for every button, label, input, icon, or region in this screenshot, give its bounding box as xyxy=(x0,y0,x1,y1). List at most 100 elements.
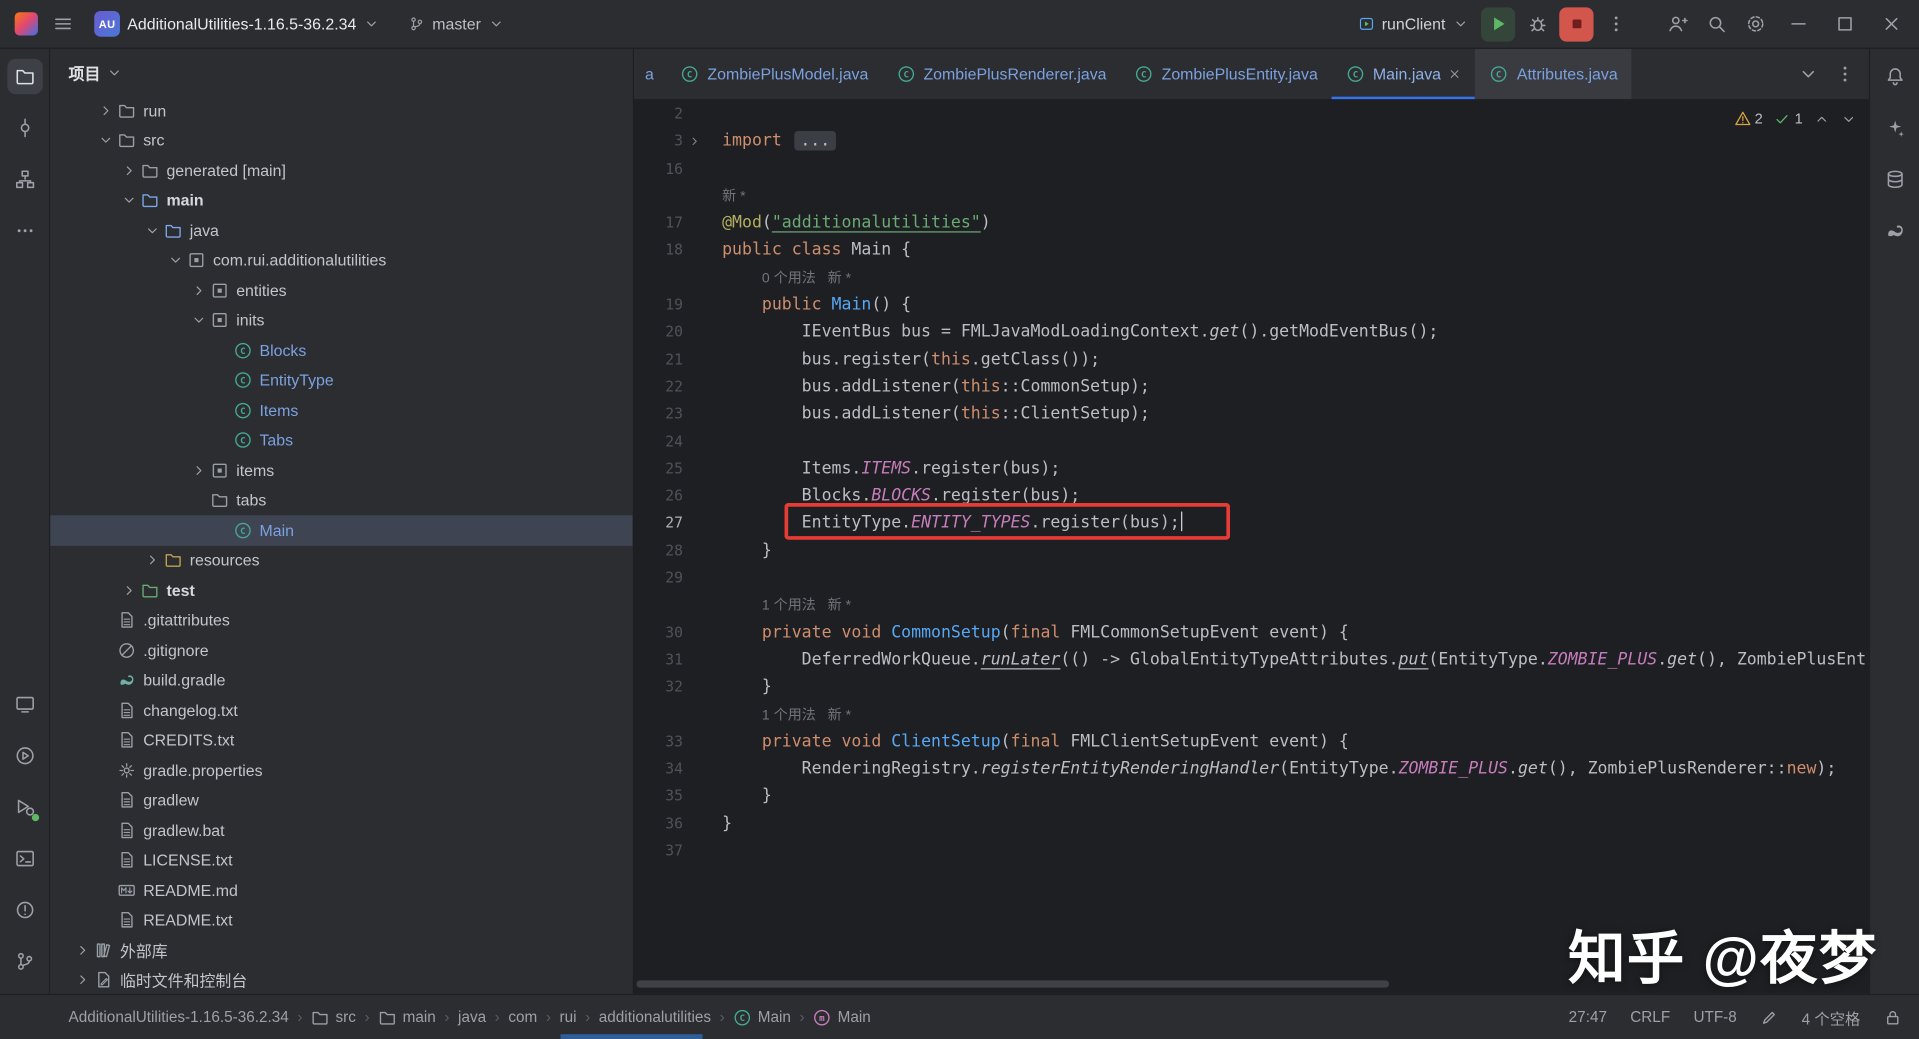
line-number[interactable]: 3 xyxy=(634,128,683,155)
chevron-collapsed-icon[interactable] xyxy=(119,161,139,181)
fold-expand-icon[interactable] xyxy=(683,128,705,155)
breadcrumb-item[interactable]: additionalutilities xyxy=(599,1008,711,1025)
line-number[interactable]: 33 xyxy=(634,728,683,755)
chevron-collapsed-icon[interactable] xyxy=(95,101,115,121)
tree-item-EntityType[interactable]: C EntityType xyxy=(50,365,633,395)
breadcrumb-item[interactable]: rui xyxy=(560,1008,577,1025)
line-number[interactable]: 22 xyxy=(634,373,683,400)
line-number[interactable]: 31 xyxy=(634,646,683,673)
line-number[interactable]: 29 xyxy=(634,564,683,591)
line-number[interactable]: 21 xyxy=(634,346,683,373)
readonly-lock-widget[interactable] xyxy=(1884,1008,1902,1026)
tree-item-src[interactable]: src xyxy=(50,125,633,155)
main-menu-button[interactable] xyxy=(45,7,79,41)
chevron-expanded-icon[interactable] xyxy=(165,251,185,271)
breadcrumb-item[interactable]: java xyxy=(458,1008,486,1025)
more-actions-button[interactable] xyxy=(1598,7,1632,41)
line-number[interactable]: 35 xyxy=(634,783,683,810)
tab-Attributes.java[interactable]: C Attributes.java xyxy=(1475,48,1632,100)
tab-options-button[interactable] xyxy=(1827,57,1861,91)
gradle-tool-button[interactable] xyxy=(1877,213,1912,248)
problems-tool-button[interactable] xyxy=(7,892,42,927)
tree-item-.gitattributes[interactable]: .gitattributes xyxy=(50,605,633,635)
stop-button[interactable] xyxy=(1559,6,1594,42)
chevron-collapsed-icon[interactable] xyxy=(119,580,139,600)
tree-item-gradle.properties[interactable]: gradle.properties xyxy=(50,755,633,785)
tab-ZombiePlusRenderer.java[interactable]: C ZombiePlusRenderer.java xyxy=(882,49,1120,99)
tree-item-java[interactable]: java xyxy=(50,215,633,245)
tree-item-com.rui.additionalutilities[interactable]: com.rui.additionalutilities xyxy=(50,245,633,275)
tab-Main.java[interactable]: C Main.java xyxy=(1331,49,1475,100)
tree-item-run[interactable]: run xyxy=(50,95,633,125)
tab-ZombiePlusEntity.java[interactable]: C ZombiePlusEntity.java xyxy=(1120,49,1331,99)
usage-hint[interactable]: 新 * xyxy=(722,190,745,205)
tree-item-Blocks[interactable]: C Blocks xyxy=(50,335,633,365)
usage-hint[interactable]: 0 个用法 新 * xyxy=(722,271,851,286)
line-number[interactable]: 27 xyxy=(634,510,683,537)
project-panel-header[interactable]: 项目 xyxy=(50,49,633,96)
warnings-badge[interactable]: 2 xyxy=(1734,110,1763,127)
terminal-tool-button[interactable] xyxy=(7,841,42,876)
project-widget[interactable]: AU AdditionalUtilities-1.16.5-36.2.34 xyxy=(87,7,387,40)
prev-problem-button[interactable] xyxy=(1814,111,1830,127)
tree-item-gradlew[interactable]: gradlew xyxy=(50,785,633,815)
breadcrumb-item[interactable]: C Main xyxy=(733,1007,791,1027)
tab-ZombiePlusModel.java[interactable]: C ZombiePlusModel.java xyxy=(666,49,882,99)
tab-list-dropdown-button[interactable] xyxy=(1791,57,1825,91)
breadcrumb-item[interactable]: AdditionalUtilities-1.16.5-36.2.34 xyxy=(69,1008,289,1025)
search-everywhere-button[interactable] xyxy=(1699,7,1733,41)
services-tool-button[interactable] xyxy=(7,789,42,824)
tree-item-build.gradle[interactable]: build.gradle xyxy=(50,665,633,695)
next-problem-button[interactable] xyxy=(1841,111,1857,127)
line-number[interactable]: 28 xyxy=(634,537,683,564)
tree-item-Tabs[interactable]: C Tabs xyxy=(50,425,633,455)
run-button[interactable] xyxy=(1480,6,1516,42)
line-number[interactable]: 34 xyxy=(634,755,683,782)
chevron-expanded-icon[interactable] xyxy=(95,131,115,151)
project-tool-button[interactable] xyxy=(6,58,43,95)
run-tool-button[interactable] xyxy=(7,738,42,773)
tree-item-main[interactable]: main xyxy=(50,185,633,215)
tree-item-Items[interactable]: C Items xyxy=(50,395,633,425)
chevron-collapsed-icon[interactable] xyxy=(142,550,162,570)
tree-item-items[interactable]: items xyxy=(50,455,633,485)
indent-widget[interactable]: 4 个空格 xyxy=(1802,1005,1861,1028)
tree-item-README.md[interactable]: README.md xyxy=(50,875,633,905)
tree-item-test[interactable]: test xyxy=(50,575,633,605)
tree-item-README.txt[interactable]: README.txt xyxy=(50,905,633,935)
chevron-collapsed-icon[interactable] xyxy=(188,281,208,301)
build-tool-button[interactable] xyxy=(7,687,42,722)
code-with-me-button[interactable] xyxy=(1660,7,1694,41)
chevron-collapsed-icon[interactable] xyxy=(188,460,208,480)
line-number[interactable]: 26 xyxy=(634,482,683,509)
chevron-collapsed-icon[interactable] xyxy=(72,970,92,990)
chevron-expanded-icon[interactable] xyxy=(142,221,162,241)
usage-hint[interactable]: 1 个用法 新 * xyxy=(722,708,851,723)
breadcrumb-item[interactable]: m Main xyxy=(813,1007,871,1027)
close-button[interactable] xyxy=(1870,7,1912,41)
cursor-position-widget[interactable]: 27:47 xyxy=(1569,1008,1607,1025)
horizontal-scrollbar[interactable] xyxy=(636,980,1390,988)
line-number[interactable]: 17 xyxy=(634,210,683,237)
tree-item-resources[interactable]: resources xyxy=(50,545,633,575)
line-number[interactable]: 37 xyxy=(634,837,683,864)
debug-button[interactable] xyxy=(1520,7,1554,41)
ai-assistant-button[interactable] xyxy=(1877,110,1912,145)
code-editor[interactable]: 2 3 import ... 16 新 * 17 @Mod("additionalutili… xyxy=(634,100,1869,993)
line-separator-widget[interactable]: CRLF xyxy=(1630,1008,1670,1025)
breadcrumb-item[interactable]: src xyxy=(311,1007,356,1027)
tree-item-gradlew.bat[interactable]: gradlew.bat xyxy=(50,815,633,845)
usage-hint[interactable]: 1 个用法 新 * xyxy=(722,599,851,614)
line-number[interactable]: 2 xyxy=(634,100,683,127)
run-configuration-widget[interactable]: runClient xyxy=(1351,11,1476,37)
breadcrumb-item[interactable]: main xyxy=(378,1007,436,1027)
chevron-expanded-icon[interactable] xyxy=(119,191,139,211)
tree-item-generated [main][interactable]: generated [main] xyxy=(50,155,633,185)
line-number[interactable]: 19 xyxy=(634,291,683,318)
tree-item-CREDITS.txt[interactable]: CREDITS.txt xyxy=(50,725,633,755)
breadcrumb-item[interactable]: com xyxy=(508,1008,537,1025)
tab-a[interactable]: a xyxy=(634,49,666,99)
line-number[interactable]: 24 xyxy=(634,428,683,455)
more-tools-button[interactable] xyxy=(7,213,42,248)
close-tab-icon[interactable] xyxy=(1448,67,1461,80)
